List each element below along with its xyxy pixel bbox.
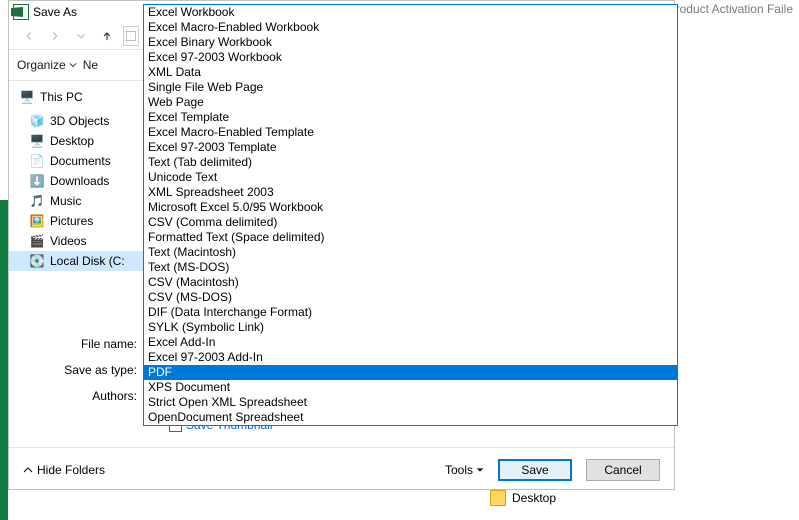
hide-folders-button[interactable]: Hide Folders	[23, 463, 105, 477]
address-breadcrumb-fragment[interactable]	[123, 26, 139, 46]
pc-icon: 🖥️	[19, 89, 35, 105]
navigation-pane: 🖥️ This PC 🧊 3D Objects 🖥️ Desktop 📄 Documents ⬇…	[9, 81, 143, 331]
desktop-icon: 🖥️	[29, 133, 45, 149]
filetype-option-xps-document[interactable]: XPS Document	[144, 380, 677, 395]
recent-dropdown[interactable]	[71, 26, 91, 46]
nav-item-downloads[interactable]: ⬇️ Downloads	[9, 171, 143, 191]
folder-icon	[490, 490, 506, 506]
nav-item-label: This PC	[40, 90, 83, 104]
excel-icon	[13, 4, 29, 20]
chevron-down-icon	[69, 61, 77, 69]
filetype-option-text-ms-dos-[interactable]: Text (MS-DOS)	[144, 260, 677, 275]
filetype-option-excel-binary-workbook[interactable]: Excel Binary Workbook	[144, 35, 677, 50]
nav-item-music[interactable]: 🎵 Music	[9, 191, 143, 211]
filetype-option-pdf[interactable]: PDF	[144, 365, 677, 380]
tools-button[interactable]: Tools	[445, 463, 484, 477]
filetype-option-formatted-text-space-delimited-[interactable]: Formatted Text (Space delimited)	[144, 230, 677, 245]
desktop-label: Desktop	[512, 491, 556, 505]
filetype-option-web-page[interactable]: Web Page	[144, 95, 677, 110]
filetype-option-strict-open-xml-spreadsheet[interactable]: Strict Open XML Spreadsheet	[144, 395, 677, 410]
filetype-option-csv-ms-dos-[interactable]: CSV (MS-DOS)	[144, 290, 677, 305]
authors-label: Authors:	[53, 389, 143, 403]
hide-folders-label: Hide Folders	[37, 463, 105, 477]
filetype-option-csv-macintosh-[interactable]: CSV (Macintosh)	[144, 275, 677, 290]
nav-item-label: Documents	[50, 154, 111, 168]
filetype-option-sylk-symbolic-link-[interactable]: SYLK (Symbolic Link)	[144, 320, 677, 335]
filetype-option-csv-comma-delimited-[interactable]: CSV (Comma delimited)	[144, 215, 677, 230]
chevron-down-icon	[476, 466, 484, 474]
nav-item-label: Music	[50, 194, 81, 208]
filetype-option-opendocument-spreadsheet[interactable]: OpenDocument Spreadsheet	[144, 410, 677, 425]
filetype-option-excel-macro-enabled-template[interactable]: Excel Macro-Enabled Template	[144, 125, 677, 140]
save-button[interactable]: Save	[498, 459, 572, 481]
nav-item-label: Videos	[50, 234, 86, 248]
nav-item-this-pc[interactable]: 🖥️ This PC	[9, 87, 143, 107]
music-icon: 🎵	[29, 193, 45, 209]
forward-button[interactable]	[45, 26, 65, 46]
down-icon: ⬇️	[29, 173, 45, 189]
filetype-option-excel-workbook[interactable]: Excel Workbook	[144, 5, 677, 20]
nav-item-3d-objects[interactable]: 🧊 3D Objects	[9, 111, 143, 131]
save-as-dialog: Save As Organize Ne 🖥️ This PC 🧊 3D Objects…	[8, 0, 675, 490]
pics-icon: 🖼️	[29, 213, 45, 229]
bottom-bar: Hide Folders Tools Save Cancel	[9, 448, 674, 492]
filename-label: File name:	[53, 337, 143, 351]
filetype-option-excel-97-2003-add-in[interactable]: Excel 97-2003 Add-In	[144, 350, 677, 365]
nav-item-label: Local Disk (C:	[50, 254, 125, 268]
filetype-option-excel-97-2003-template[interactable]: Excel 97-2003 Template	[144, 140, 677, 155]
filetype-option-xml-data[interactable]: XML Data	[144, 65, 677, 80]
filetype-option-excel-template[interactable]: Excel Template	[144, 110, 677, 125]
chevron-up-icon	[23, 465, 33, 475]
nav-item-local-disk-c-[interactable]: 💽 Local Disk (C:	[9, 251, 143, 271]
filetype-option-text-tab-delimited-[interactable]: Text (Tab delimited)	[144, 155, 677, 170]
filetype-option-xml-spreadsheet-2003[interactable]: XML Spreadsheet 2003	[144, 185, 677, 200]
nav-item-pictures[interactable]: 🖼️ Pictures	[9, 211, 143, 231]
nav-item-label: 3D Objects	[50, 114, 109, 128]
disk-icon: 💽	[29, 253, 45, 269]
back-button[interactable]	[19, 26, 39, 46]
cancel-button[interactable]: Cancel	[586, 459, 660, 481]
3d-icon: 🧊	[29, 113, 45, 129]
activation-failed-text: Product Activation Faile	[668, 2, 793, 16]
filetype-option-dif-data-interchange-format-[interactable]: DIF (Data Interchange Format)	[144, 305, 677, 320]
filetype-option-single-file-web-page[interactable]: Single File Web Page	[144, 80, 677, 95]
tools-label: Tools	[445, 463, 473, 477]
nav-item-desktop[interactable]: 🖥️ Desktop	[9, 131, 143, 151]
filetype-option-microsoft-excel-5-0-95-workbook[interactable]: Microsoft Excel 5.0/95 Workbook	[144, 200, 677, 215]
new-folder-button[interactable]: Ne	[83, 58, 98, 72]
organize-button[interactable]: Organize	[17, 58, 77, 72]
nav-item-documents[interactable]: 📄 Documents	[9, 151, 143, 171]
save-as-type-dropdown[interactable]: Excel WorkbookExcel Macro-Enabled Workbo…	[143, 4, 678, 426]
nav-item-label: Pictures	[50, 214, 93, 228]
nav-item-videos[interactable]: 🎬 Videos	[9, 231, 143, 251]
filetype-option-unicode-text[interactable]: Unicode Text	[144, 170, 677, 185]
nav-item-label: Downloads	[50, 174, 109, 188]
app-green-sidebar	[0, 200, 8, 520]
filetype-option-excel-add-in[interactable]: Excel Add-In	[144, 335, 677, 350]
filetype-option-text-macintosh-[interactable]: Text (Macintosh)	[144, 245, 677, 260]
organize-label: Organize	[17, 58, 66, 72]
filetype-option-excel-97-2003-workbook[interactable]: Excel 97-2003 Workbook	[144, 50, 677, 65]
explorer-desktop-fragment: Desktop	[490, 490, 556, 506]
nav-item-label: Desktop	[50, 134, 94, 148]
docs-icon: 📄	[29, 153, 45, 169]
savetype-label: Save as type:	[53, 363, 143, 377]
vids-icon: 🎬	[29, 233, 45, 249]
filetype-option-excel-macro-enabled-workbook[interactable]: Excel Macro-Enabled Workbook	[144, 20, 677, 35]
dialog-title: Save As	[33, 5, 77, 19]
up-button[interactable]	[97, 26, 117, 46]
